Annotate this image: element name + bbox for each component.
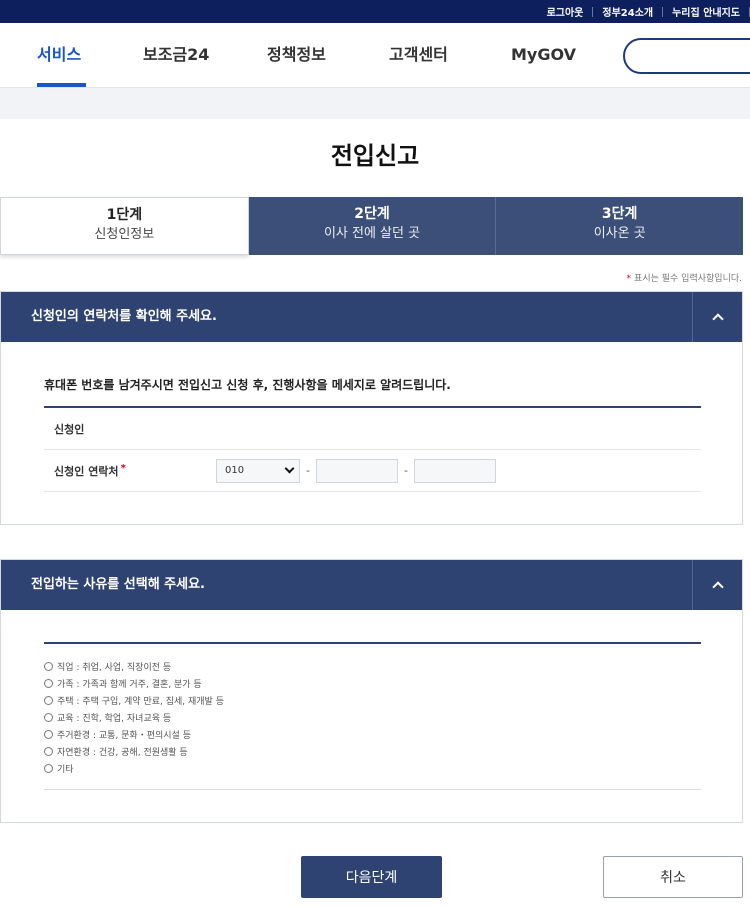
radio-icon — [44, 730, 53, 739]
step-number: 1단계 — [106, 207, 143, 223]
reason-panel: 전입하는 사유를 선택해 주세요. 직업 : 취업, 사업, 직장이전 등 가족… — [0, 559, 743, 823]
global-nav: 서비스 보조금24 정책정보 고객센터 MyGOV — [0, 23, 750, 87]
search-input[interactable] — [623, 38, 750, 74]
phone-row: 신청인 연락처 * 010 - - — [44, 450, 701, 492]
chevron-up-icon — [711, 313, 724, 325]
contact-intro-text: 휴대폰 번호를 남겨주시면 전입신고 신청 후, 진행사항을 메세지로 알려드립… — [44, 378, 451, 392]
reason-option-job[interactable]: 직업 : 취업, 사업, 직장이전 등 — [44, 658, 224, 675]
required-star-icon: * — [120, 462, 126, 474]
reason-option-label: 주택 : 주택 구입, 계약 만료, 집세, 재개발 등 — [57, 697, 224, 707]
reason-options: 직업 : 취업, 사업, 직장이전 등 가족 : 가족과 함께 거주, 결혼, … — [44, 658, 224, 777]
utility-bar: 로그아웃 정부24소개 누리집 안내지도 — [0, 0, 750, 23]
contact-panel-title: 신청인의 연락처를 확인해 주세요. — [31, 309, 217, 324]
step-2: 2단계 이사 전에 살던 곳 — [248, 197, 497, 255]
reason-option-residential[interactable]: 주거환경 : 교통, 문화・편의시설 등 — [44, 726, 224, 743]
radio-icon — [44, 679, 53, 688]
step-name: 신청인정보 — [94, 227, 155, 242]
applicant-row: 신청인 — [44, 408, 701, 450]
cancel-button[interactable]: 취소 — [603, 856, 743, 898]
radio-icon — [44, 713, 53, 722]
reason-option-label: 자연환경 : 건강, 공해, 전원생활 등 — [57, 748, 188, 758]
radio-icon — [44, 662, 53, 671]
phone-prefix-value: 010 — [225, 465, 245, 476]
required-note-text: 표시는 필수 입력사항입니다. — [634, 274, 742, 284]
reason-option-label: 주거환경 : 교통, 문화・편의시설 등 — [57, 731, 191, 741]
reason-option-housing[interactable]: 주택 : 주택 구입, 계약 만료, 집세, 재개발 등 — [44, 692, 224, 709]
step-1: 1단계 신청인정보 — [0, 197, 249, 255]
nav-item-service[interactable]: 서비스 — [37, 23, 81, 87]
reason-option-family[interactable]: 가족 : 가족과 함께 거주, 결혼, 분가 등 — [44, 675, 224, 692]
step-name: 이사온 곳 — [593, 226, 646, 241]
reason-option-label: 기타 — [57, 765, 74, 775]
reason-option-nature[interactable]: 자연환경 : 건강, 공해, 전원생활 등 — [44, 743, 224, 760]
radio-icon — [44, 696, 53, 705]
chevron-down-icon — [284, 463, 295, 474]
next-step-button[interactable]: 다음단계 — [301, 856, 442, 898]
step-number: 3단계 — [601, 206, 638, 222]
nav-item-subsidy24[interactable]: 보조금24 — [143, 23, 209, 87]
step-3: 3단계 이사온 곳 — [496, 197, 744, 255]
reason-option-label: 직업 : 취업, 사업, 직장이전 등 — [57, 663, 172, 673]
collapse-toggle-button[interactable] — [692, 560, 742, 610]
phone-label-text: 신청인 연락처 — [54, 464, 119, 478]
reason-panel-title: 전입하는 사유를 선택해 주세요. — [31, 577, 205, 592]
chevron-up-icon — [711, 581, 724, 593]
reason-option-label: 교육 : 진학, 학업, 자녀교육 등 — [57, 714, 172, 724]
nav-item-policy-info[interactable]: 정책정보 — [267, 23, 326, 87]
contact-form-table: 신청인 신청인 연락처 * 010 - - — [44, 406, 701, 492]
reason-panel-header: 전입하는 사유를 선택해 주세요. — [1, 560, 742, 610]
step-name: 이사 전에 살던 곳 — [323, 226, 421, 241]
collapse-toggle-button[interactable] — [692, 292, 742, 342]
divider — [44, 789, 701, 790]
reason-option-education[interactable]: 교육 : 진학, 학업, 자녀교육 등 — [44, 709, 224, 726]
logout-link[interactable]: 로그아웃 — [538, 4, 593, 19]
phone-dash: - — [404, 464, 408, 477]
divider — [44, 642, 701, 644]
phone-last-input[interactable] — [414, 458, 496, 483]
step-indicator: 1단계 신청인정보 2단계 이사 전에 살던 곳 3단계 이사온 곳 — [0, 197, 744, 255]
required-star-icon: * — [626, 274, 632, 284]
phone-dash: - — [306, 464, 310, 477]
phone-middle-input[interactable] — [316, 458, 398, 483]
reason-option-label: 가족 : 가족과 함께 거주, 결혼, 분가 등 — [57, 680, 202, 690]
radio-icon — [44, 764, 53, 773]
step-number: 2단계 — [354, 206, 390, 222]
applicant-label: 신청인 — [54, 422, 85, 436]
required-note: * 표시는 필수 입력사항입니다. — [627, 271, 742, 284]
contact-panel: 신청인의 연락처를 확인해 주세요. 휴대폰 번호를 남겨주시면 전입신고 신청… — [0, 291, 743, 525]
radio-icon — [44, 747, 53, 756]
nav-item-customer-center[interactable]: 고객센터 — [389, 23, 448, 87]
utility-links: 로그아웃 정부24소개 누리집 안내지도 — [538, 0, 750, 23]
contact-panel-header: 신청인의 연락처를 확인해 주세요. — [1, 292, 742, 342]
phone-prefix-select[interactable]: 010 — [216, 458, 300, 483]
nav-item-mygov[interactable]: MyGOV — [511, 23, 576, 87]
phone-input-group: 010 - - — [214, 458, 496, 483]
breadcrumb-band — [0, 87, 750, 119]
sitemap-link[interactable]: 누리집 안내지도 — [663, 4, 749, 19]
reason-option-other[interactable]: 기타 — [44, 760, 224, 777]
phone-label: 신청인 연락처 * — [44, 463, 214, 479]
about-gov24-link[interactable]: 정부24소개 — [593, 4, 662, 19]
page-title: 전입신고 — [330, 142, 420, 170]
